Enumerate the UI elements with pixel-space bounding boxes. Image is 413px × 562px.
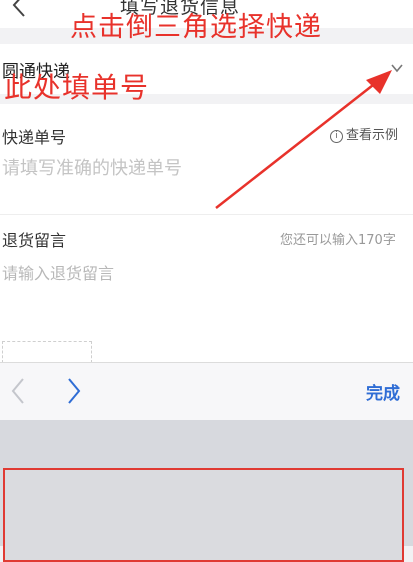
char-count-hint: 您还可以输入170字 (280, 233, 396, 248)
tracking-number-input[interactable] (2, 154, 302, 182)
tracking-number-label: 快递单号 (2, 128, 67, 147)
view-example-label: 查看示例 (346, 128, 399, 143)
return-message-input[interactable] (2, 259, 382, 287)
return-message-section: 退货留言 您还可以输入170字 (0, 214, 413, 382)
tracking-number-section: 快递单号 i 查看示例 (0, 104, 413, 214)
chevron-left-icon[interactable] (10, 377, 26, 405)
done-button[interactable]: 完成 (366, 379, 400, 404)
keyboard-toolbar: 完成 (0, 362, 413, 421)
back-chevron-icon[interactable] (8, 0, 30, 18)
info-icon: i (330, 130, 343, 143)
chevron-down-icon[interactable] (390, 61, 404, 75)
keyboard-key-highlight[interactable] (3, 468, 404, 562)
tracking-hint-annotation: 此处填单号 (4, 71, 150, 104)
chevron-right-icon[interactable] (66, 377, 82, 405)
keyboard-area (0, 420, 413, 562)
view-example-link[interactable]: i 查看示例 (330, 124, 398, 143)
courier-hint-annotation: 点击倒三角选择快递 (70, 12, 322, 43)
return-message-label: 退货留言 (2, 231, 67, 250)
